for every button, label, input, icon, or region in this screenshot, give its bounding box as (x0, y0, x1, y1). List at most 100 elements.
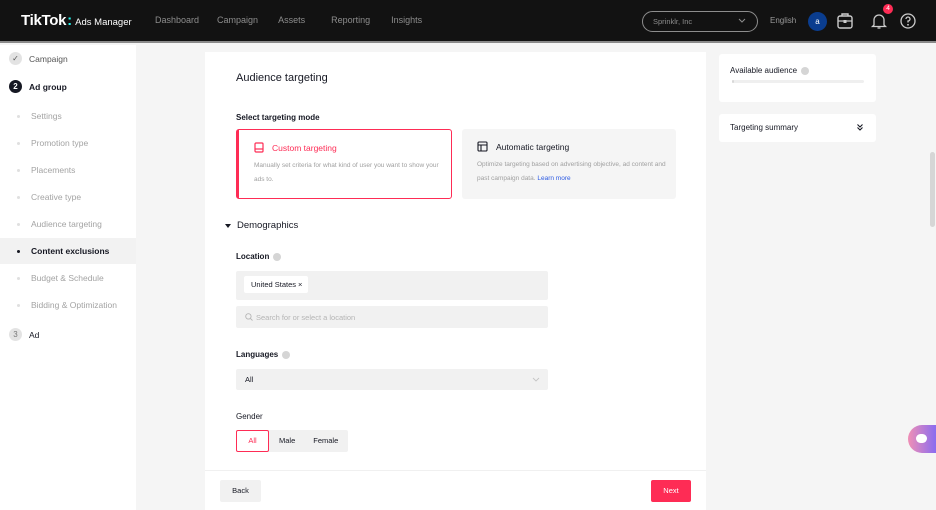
languages-value: All (245, 375, 254, 384)
targeting-mode-label: Select targeting mode (236, 113, 320, 122)
substep-content-exclusions[interactable]: Content exclusions (0, 238, 136, 264)
bullet-icon (17, 249, 20, 253)
step-label: Campaign (29, 53, 68, 64)
targeting-summary-card[interactable]: Targeting summary (719, 114, 876, 142)
double-chevron-down-icon (857, 124, 863, 131)
languages-select[interactable]: All (236, 369, 548, 390)
location-tag-label: United States (251, 280, 297, 289)
bullet-icon (17, 303, 20, 307)
step-ad[interactable]: 3 Ad (9, 328, 39, 341)
chat-support-button[interactable] (908, 425, 936, 453)
substep-creative-type[interactable]: Creative type (0, 185, 136, 209)
step-number: 3 (9, 328, 22, 341)
logo-product: Ads Manager (75, 17, 132, 28)
audience-targeting-panel: Audience targeting Select targeting mode… (205, 52, 706, 510)
avatar[interactable]: a (808, 12, 827, 31)
substep-label: Content exclusions (31, 246, 110, 256)
back-button[interactable]: Back (220, 480, 261, 502)
gender-label: Gender (236, 412, 263, 421)
substep-label: Settings (31, 111, 62, 121)
location-label: Location (236, 252, 282, 261)
substep-settings[interactable]: Settings (0, 104, 136, 128)
page-scrollbar[interactable] (930, 152, 935, 227)
nav-dashboard[interactable]: Dashboard (155, 15, 199, 25)
check-icon: ✓ (9, 52, 22, 65)
substep-placements[interactable]: Placements (0, 158, 136, 182)
remove-tag-icon[interactable]: × (298, 280, 302, 293)
custom-targeting-description: Manually set criteria for what kind of u… (254, 162, 439, 183)
gender-option-all[interactable]: All (236, 430, 269, 452)
main-nav: Dashboard Campaign Assets Reporting Insi… (155, 15, 422, 25)
caret-down-icon (225, 223, 231, 228)
automatic-targeting-title: Automatic targeting (496, 141, 570, 152)
logo-brand: TikTok (21, 12, 67, 29)
nav-reporting[interactable]: Reporting (331, 15, 370, 25)
bullet-icon (17, 141, 20, 145)
search-icon (245, 313, 253, 321)
briefcase-icon[interactable] (836, 11, 854, 31)
bullet-icon (17, 276, 20, 280)
chat-bubble-icon (916, 434, 927, 443)
campaign-steps-sidebar: ✓ Campaign 2 Ad group Settings Promotion… (0, 45, 136, 510)
automatic-targeting-description: Optimize targeting based on advertising … (477, 161, 666, 182)
notification-badge: 4 (883, 4, 893, 14)
automatic-targeting-card[interactable]: Automatic targeting Optimize targeting b… (462, 129, 676, 199)
top-navigation-bar: TikTok : Ads Manager Dashboard Campaign … (0, 0, 936, 43)
nav-campaign[interactable]: Campaign (217, 15, 258, 25)
location-tags-box[interactable]: United States × (236, 271, 548, 300)
chevron-down-icon (738, 18, 746, 23)
nav-assets[interactable]: Assets (278, 15, 305, 25)
step-ad-group[interactable]: 2 Ad group (9, 80, 67, 93)
demographics-label: Demographics (237, 220, 299, 231)
help-icon[interactable] (899, 11, 917, 31)
substep-bidding-optimization[interactable]: Bidding & Optimization (0, 293, 136, 317)
gender-option-female[interactable]: Female (303, 430, 348, 452)
substep-label: Creative type (31, 192, 82, 202)
substep-label: Bidding & Optimization (31, 300, 117, 310)
languages-label-text: Languages (236, 350, 279, 359)
custom-targeting-title: Custom targeting (272, 142, 337, 153)
bullet-icon (17, 168, 20, 172)
substep-audience-targeting[interactable]: Audience targeting (0, 212, 136, 236)
targeting-summary-label: Targeting summary (730, 123, 799, 132)
substep-label: Placements (31, 165, 76, 175)
languages-label: Languages (236, 350, 291, 359)
location-tag: United States × (244, 276, 309, 293)
available-audience-card: Available audience (719, 54, 876, 102)
location-search-input[interactable] (256, 312, 536, 322)
custom-targeting-card[interactable]: Custom targeting Manually set criteria f… (236, 129, 452, 199)
step-number: 2 (9, 80, 22, 93)
bullet-icon (17, 114, 20, 118)
custom-targeting-icon (254, 142, 264, 153)
help-icon[interactable] (273, 252, 282, 261)
footer-divider (205, 470, 706, 471)
account-name: Sprinklr, Inc (653, 17, 693, 26)
step-label: Ad group (29, 81, 67, 92)
page-title: Audience targeting (236, 72, 328, 84)
location-search[interactable] (236, 306, 548, 328)
substep-budget-schedule[interactable]: Budget & Schedule (0, 266, 136, 290)
audience-size-bar (732, 80, 864, 83)
language-selector[interactable]: English (770, 16, 796, 25)
substep-label: Promotion type (31, 138, 89, 148)
gender-option-male[interactable]: Male (269, 430, 303, 452)
step-label: Ad (29, 329, 40, 340)
substep-label: Audience targeting (31, 219, 102, 229)
bell-icon[interactable] (870, 11, 888, 31)
bullet-icon (17, 195, 20, 199)
learn-more-link[interactable]: Learn more (537, 175, 570, 182)
available-audience-label: Available audience (730, 66, 798, 75)
next-button[interactable]: Next (651, 480, 691, 502)
help-icon[interactable] (801, 66, 810, 75)
nav-insights[interactable]: Insights (391, 15, 422, 25)
demographics-toggle[interactable]: Demographics (225, 220, 298, 231)
step-campaign[interactable]: ✓ Campaign (9, 52, 68, 65)
chevron-down-icon (532, 377, 540, 382)
gender-segmented-control: All Male Female (236, 430, 349, 452)
bullet-icon (17, 222, 20, 226)
tiktok-ads-manager-logo[interactable]: TikTok : Ads Manager (21, 12, 132, 29)
account-selector[interactable]: Sprinklr, Inc (642, 11, 758, 32)
substep-promotion-type[interactable]: Promotion type (0, 131, 136, 155)
help-icon[interactable] (282, 350, 291, 359)
location-label-text: Location (236, 252, 270, 261)
